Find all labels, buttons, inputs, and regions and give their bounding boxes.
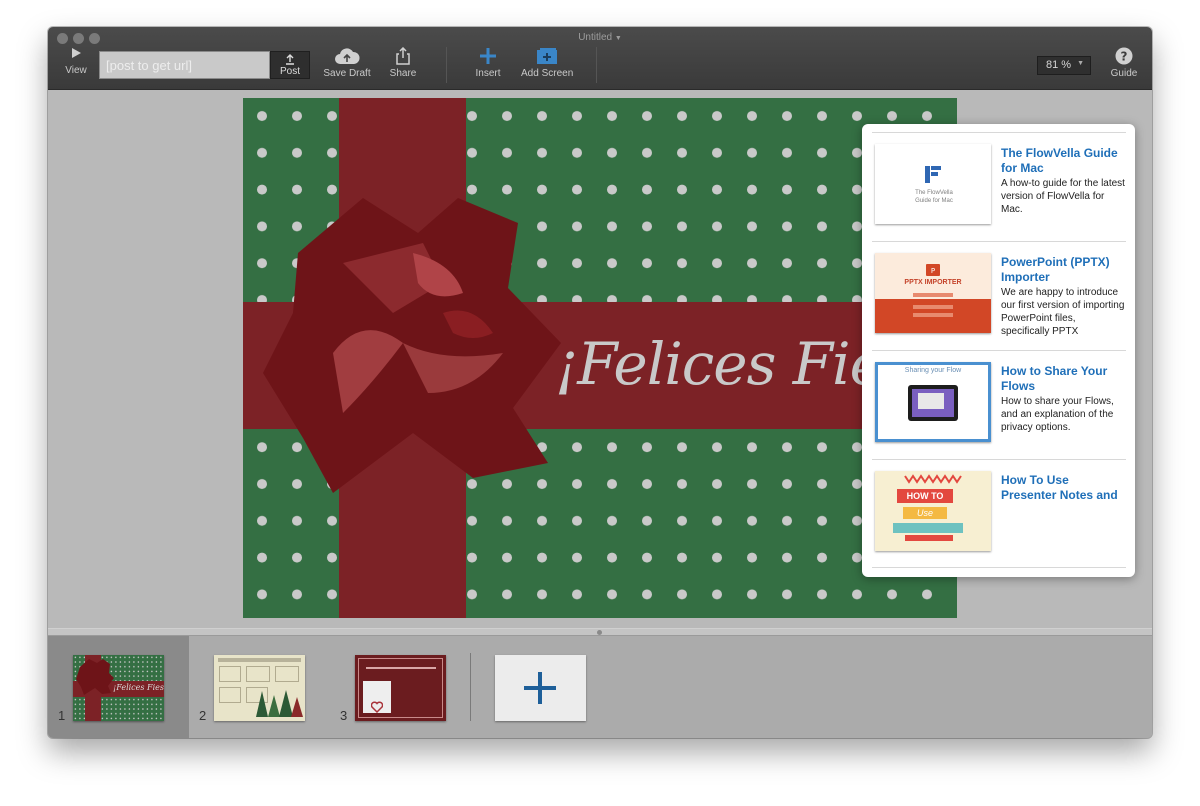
guide-thumbnail-caption: PPTX IMPORTER xyxy=(904,279,962,286)
guide-item[interactable]: The FlowVella Guide for Mac The FlowVell… xyxy=(872,132,1126,241)
guide-thumbnail: P PPTX IMPORTER xyxy=(875,253,991,333)
filmstrip-separator xyxy=(470,653,471,721)
add-screen-icon xyxy=(537,48,557,64)
thumbnail-line xyxy=(366,667,436,669)
screen-thumbnail-2[interactable] xyxy=(214,655,305,721)
insert-label: Insert xyxy=(475,68,501,79)
heart-icon xyxy=(371,701,383,713)
post-label: Post xyxy=(279,66,300,77)
plus-icon xyxy=(524,672,556,704)
add-screen-tile[interactable] xyxy=(495,655,586,721)
thumbnail-bunting xyxy=(904,474,962,484)
filmstrip: ¡Felices Fiestas! 1 2 3 xyxy=(48,636,1152,738)
thumbnail-text: ¡Felices Fiestas! xyxy=(113,683,164,692)
window-title[interactable]: Untitled ▼ xyxy=(48,32,1152,43)
thumbnail-bar xyxy=(913,293,953,297)
add-screen-button[interactable]: Add Screen xyxy=(521,47,573,79)
thumbnail-header-bar xyxy=(218,658,301,662)
guide-item-description: A how-to guide for the latest version of… xyxy=(1001,178,1125,215)
splitter-handle[interactable] xyxy=(48,628,1152,636)
screen-number: 1 xyxy=(58,708,66,723)
guide-item[interactable]: Sharing your Flow How to Share Your Flow… xyxy=(872,350,1126,459)
share-label: Share xyxy=(389,68,417,79)
thumbnail-block xyxy=(219,687,241,703)
svg-text:P: P xyxy=(931,267,935,275)
guide-item-title[interactable]: How To Use Presenter Notes and xyxy=(1001,473,1126,503)
slide-canvas[interactable]: ¡Felices Fiestas! xyxy=(243,98,957,618)
guide-item[interactable]: P PPTX IMPORTER PowerPoint (PPTX) Import… xyxy=(872,241,1126,350)
guide-item-description: We are happy to introduce our first vers… xyxy=(1001,287,1125,337)
screen-thumbnail-1[interactable]: ¡Felices Fiestas! xyxy=(73,655,164,721)
toolbar-separator xyxy=(596,47,597,83)
share-icon xyxy=(396,46,410,65)
zoom-select[interactable]: 81 % ▼ xyxy=(1037,56,1091,75)
thumbnail-banner: HOW TO xyxy=(897,489,953,503)
guide-item-description: How to share your Flows, and an explanat… xyxy=(1001,396,1114,433)
url-input[interactable] xyxy=(99,51,270,79)
cloud-upload-icon xyxy=(335,48,360,64)
save-draft-label: Save Draft xyxy=(323,68,371,79)
screen-thumbnail-3[interactable] xyxy=(355,655,446,721)
insert-button[interactable]: Insert xyxy=(472,47,504,79)
thumbnail-block xyxy=(275,666,299,682)
guide-thumbnail: Sharing your Flow xyxy=(875,362,991,442)
powerpoint-icon: P xyxy=(926,264,940,276)
guide-thumbnail-caption: The FlowVella Guide for Mac xyxy=(915,190,953,204)
guide-label: Guide xyxy=(1110,68,1138,79)
toolbar-separator xyxy=(446,47,447,83)
chevron-down-icon: ▼ xyxy=(1077,60,1084,67)
share-button[interactable]: Share xyxy=(388,46,418,79)
thumbnail-window xyxy=(918,393,944,409)
screen-number: 3 xyxy=(340,708,348,723)
play-icon xyxy=(72,48,81,58)
guide-item[interactable]: HOW TO Use How To Use Presenter Notes an… xyxy=(872,459,1126,568)
view-label: View xyxy=(65,65,87,76)
guide-thumbnail: HOW TO Use xyxy=(875,471,991,551)
flowvella-logo-icon xyxy=(925,166,941,183)
tree-icons xyxy=(256,690,303,717)
thumbnail-banner xyxy=(893,523,963,533)
post-button[interactable]: Post xyxy=(270,51,310,79)
splitter-grip xyxy=(597,630,602,635)
toolbar: Untitled ▼ View Post Save Draft Share In… xyxy=(48,27,1152,90)
upload-icon xyxy=(286,54,294,65)
add-screen-label: Add Screen xyxy=(521,68,574,79)
thumbnail-banner: Use xyxy=(903,507,947,519)
plus-icon xyxy=(480,48,496,64)
guide-panel: The FlowVella Guide for Mac The FlowVell… xyxy=(862,124,1135,577)
save-draft-button[interactable]: Save Draft xyxy=(322,47,372,79)
thumbnail-block xyxy=(219,666,241,682)
thumbnail-banner xyxy=(905,535,953,541)
guide-button[interactable]: ? Guide xyxy=(1108,47,1140,79)
zoom-value: 81 % xyxy=(1046,59,1072,71)
guide-thumbnail: The FlowVella Guide for Mac xyxy=(875,144,991,224)
thumbnail-bar xyxy=(913,305,953,309)
guide-item-title[interactable]: The FlowVella Guide for Mac xyxy=(1001,146,1126,176)
help-icon: ? xyxy=(1115,47,1133,65)
svg-text:?: ? xyxy=(1121,50,1128,64)
guide-thumbnail-caption: Sharing your Flow xyxy=(904,367,962,374)
thumbnail-block xyxy=(246,666,270,682)
guide-item-title[interactable]: How to Share Your Flows xyxy=(1001,364,1126,394)
view-button[interactable]: View xyxy=(62,47,90,76)
thumbnail-bar xyxy=(913,313,953,317)
screen-number: 2 xyxy=(199,708,207,723)
guide-item-title[interactable]: PowerPoint (PPTX) Importer xyxy=(1001,255,1126,285)
bow-graphic xyxy=(263,198,561,493)
